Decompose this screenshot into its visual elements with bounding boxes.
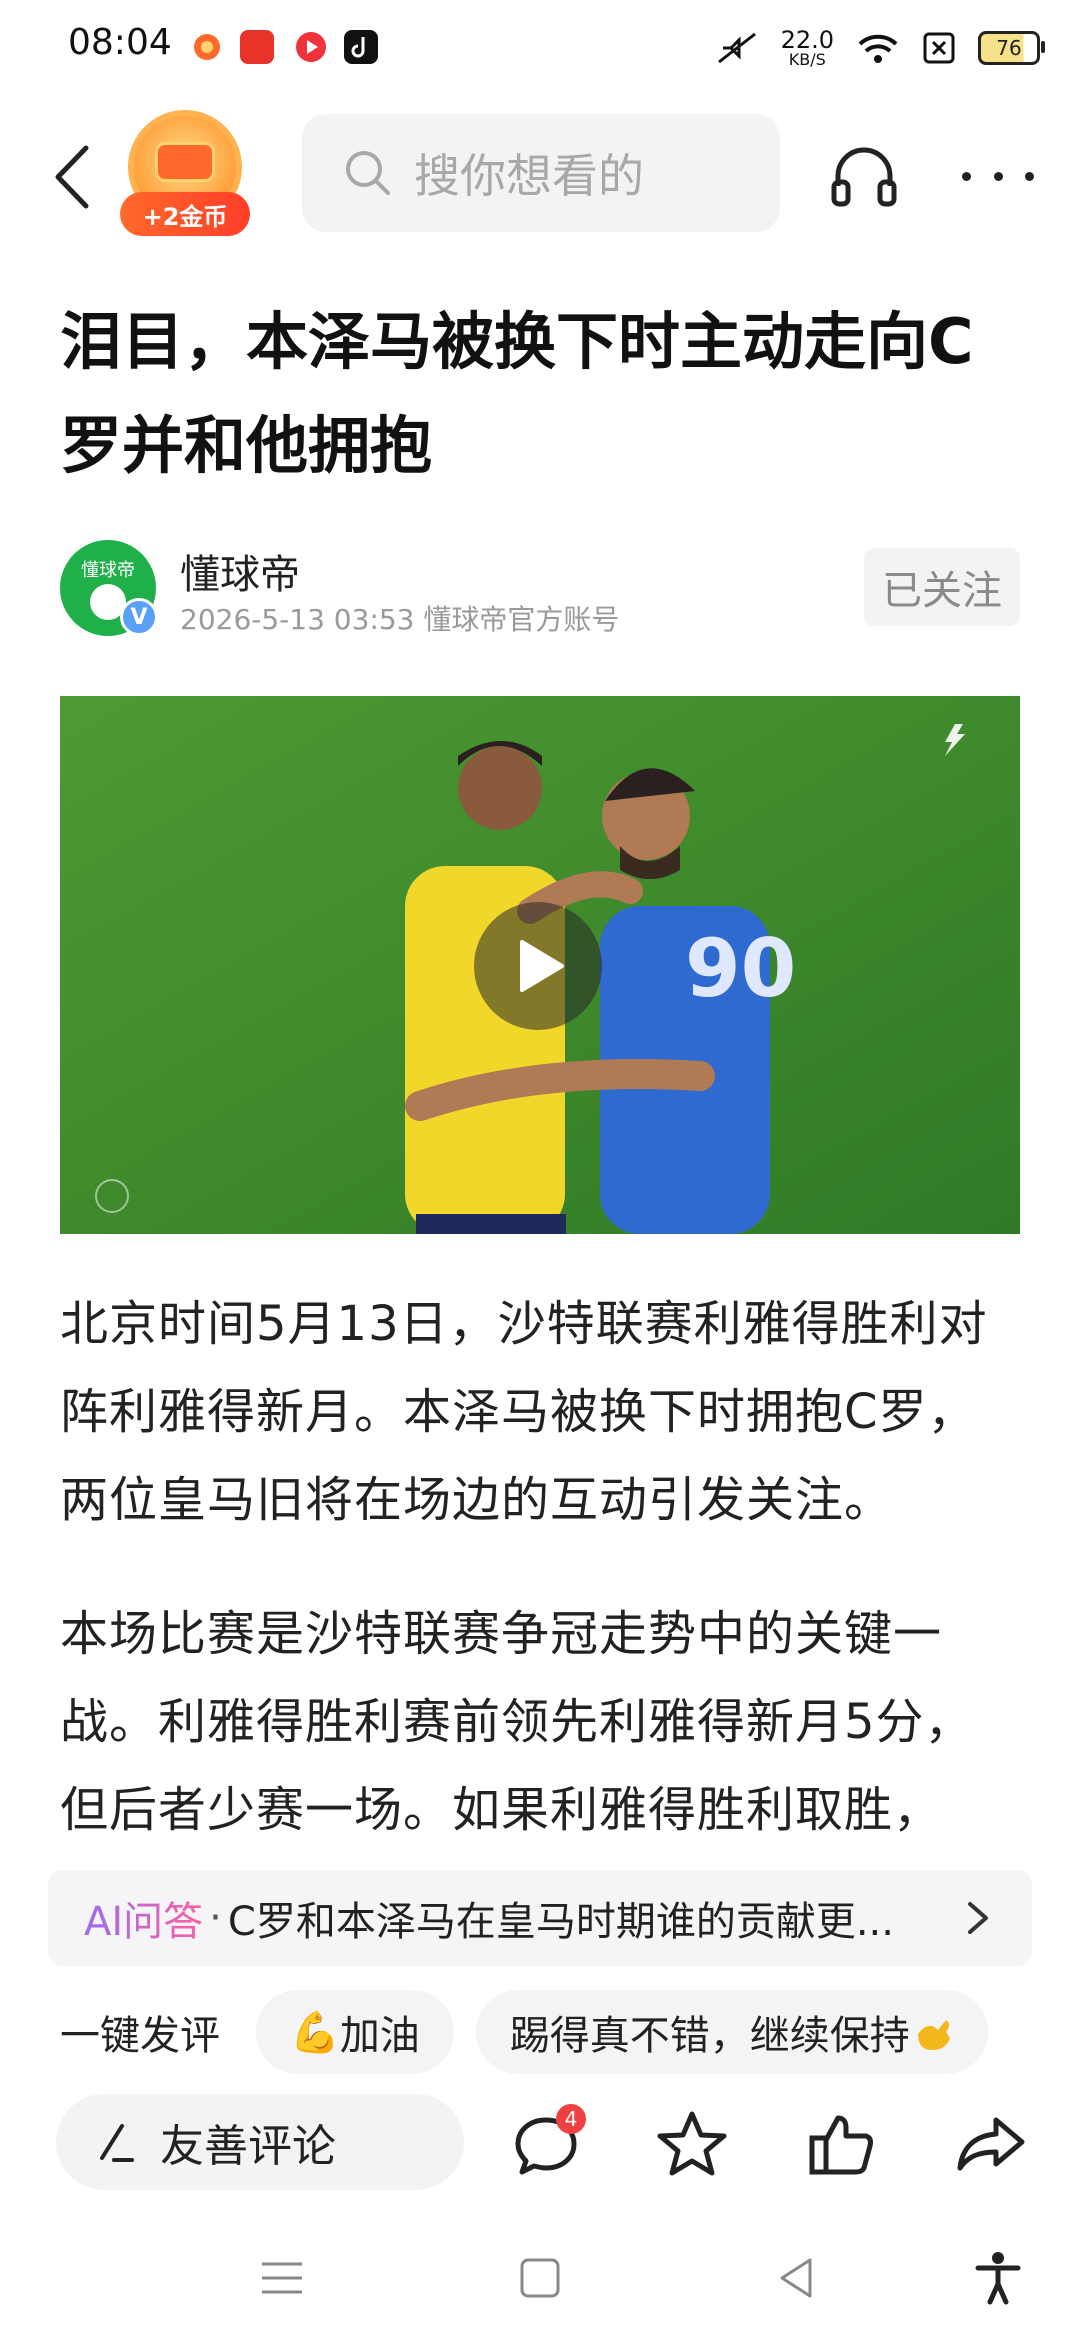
article-title: 泪目，本泽马被换下时主动走向C罗并和他拥抱 [60,305,974,482]
author-name[interactable]: 懂球帝 [180,542,300,600]
back-button[interactable] [48,142,98,212]
pen-icon [100,2124,134,2162]
accessibility-icon[interactable] [970,2250,1026,2306]
tiktok-icon [344,30,378,64]
play-button[interactable] [474,902,602,1030]
dot-icon [962,171,971,181]
avatar-text: 懂球帝 [81,560,135,581]
chevron-left-icon [55,145,89,209]
app-notify-icon [190,30,224,64]
search-input[interactable]: 搜你想看的 [302,114,780,232]
status-bar: 08:04 22.0 KB/S 76 [0,0,1080,96]
publish-meta: 2026-5-13 03:53 懂球帝官方账号 [180,603,620,636]
article-paragraph: 北京时间5月13日，沙特联赛利雅得胜利对阵利雅得新月。本泽马被换下时拥抱C罗，两… [60,1296,988,1528]
network-speed: 22.0 KB/S [781,28,834,68]
share-arrow-icon [957,2117,1025,2171]
status-icons: 22.0 KB/S 76 [715,20,1045,76]
ai-question-text: C罗和本泽马在皇马时期谁的贡献更... [227,1899,894,1945]
search-placeholder: 搜你想看的 [414,149,644,203]
quick-comment-chip-praise[interactable]: 踢得真不错，继续保持 [475,1990,988,2074]
treasure-chest-icon [155,142,215,182]
comment-input[interactable]: 友善评论 [56,2094,464,2190]
comment-placeholder: 友善评论 [160,2121,336,2172]
ai-qa-label: AI问答 [84,1889,203,1947]
battery-level: 76 [996,36,1022,60]
chevron-right-icon [968,1902,988,1934]
svg-text:90: 90 [685,922,796,1015]
battery-icon: 76 [978,31,1045,65]
quick-comment-label: 一键发评 [60,2013,220,2059]
sim-off-icon [923,32,955,64]
share-button[interactable] [956,2108,1028,2180]
ai-qa-bar[interactable]: AI问答 · C罗和本泽马在皇马时期谁的贡献更... [48,1870,1032,1966]
bottom-action-bar: 友善评论 4 [0,2090,1080,2200]
dot-icon [993,171,1003,181]
dot-icon [1025,171,1034,181]
star-icon [657,2111,727,2176]
quick-comment-row: 一键发评 💪 加油 踢得真不错，继续保持 [60,1990,1080,2074]
like-button[interactable] [806,2108,878,2180]
favorite-button[interactable] [656,2108,728,2180]
comment-count-badge: 4 [556,2104,586,2134]
more-options-button[interactable] [962,140,1034,212]
headphones-icon [831,147,897,207]
search-icon [346,151,390,195]
net-speed-unit: KB/S [788,50,826,69]
chip-text: 加油 [339,2013,420,2059]
video-player[interactable]: 90 [60,696,1020,1234]
mute-icon [717,32,756,64]
coin-reward-widget[interactable]: +2金币 [120,110,250,240]
play-icon [520,940,564,992]
thumbs-up-icon [809,2115,873,2175]
author-row: 懂球帝 V 懂球帝 2026-5-13 03:53 懂球帝官方账号 已关注 [60,540,1020,650]
menu-icon[interactable] [254,2250,310,2306]
top-navigation: +2金币 搜你想看的 [0,100,1080,250]
red-app-icon [294,30,328,64]
wifi-icon [858,34,898,63]
flexed-biceps-icon: 💪 [290,2009,340,2056]
coin-reward-label: +2金币 [120,192,250,236]
chip-text: 踢得真不错，继续保持 [509,2013,910,2059]
home-icon[interactable] [512,2250,568,2306]
article-paragraph: 本场比赛是沙特联赛争冠走势中的关键一战。利雅得胜利赛前领先利雅得新月5分，但后者… [60,1606,974,1838]
quick-comment-chip-cheer[interactable]: 💪 加油 [256,1990,454,2074]
back-triangle-icon[interactable] [770,2250,826,2306]
system-navigation-bar [0,2210,1080,2340]
separator: · [209,1895,222,1941]
verified-badge-icon: V [120,598,158,636]
net-speed-value: 22.0 [780,26,834,54]
comments-button[interactable]: 4 [510,2104,586,2180]
status-time: 08:04 [68,22,172,63]
toutiao-app-icon [240,30,274,64]
listen-button[interactable] [828,140,900,212]
thumbs-up-hand-icon [917,2020,950,2050]
follow-button[interactable]: 已关注 [864,548,1020,626]
